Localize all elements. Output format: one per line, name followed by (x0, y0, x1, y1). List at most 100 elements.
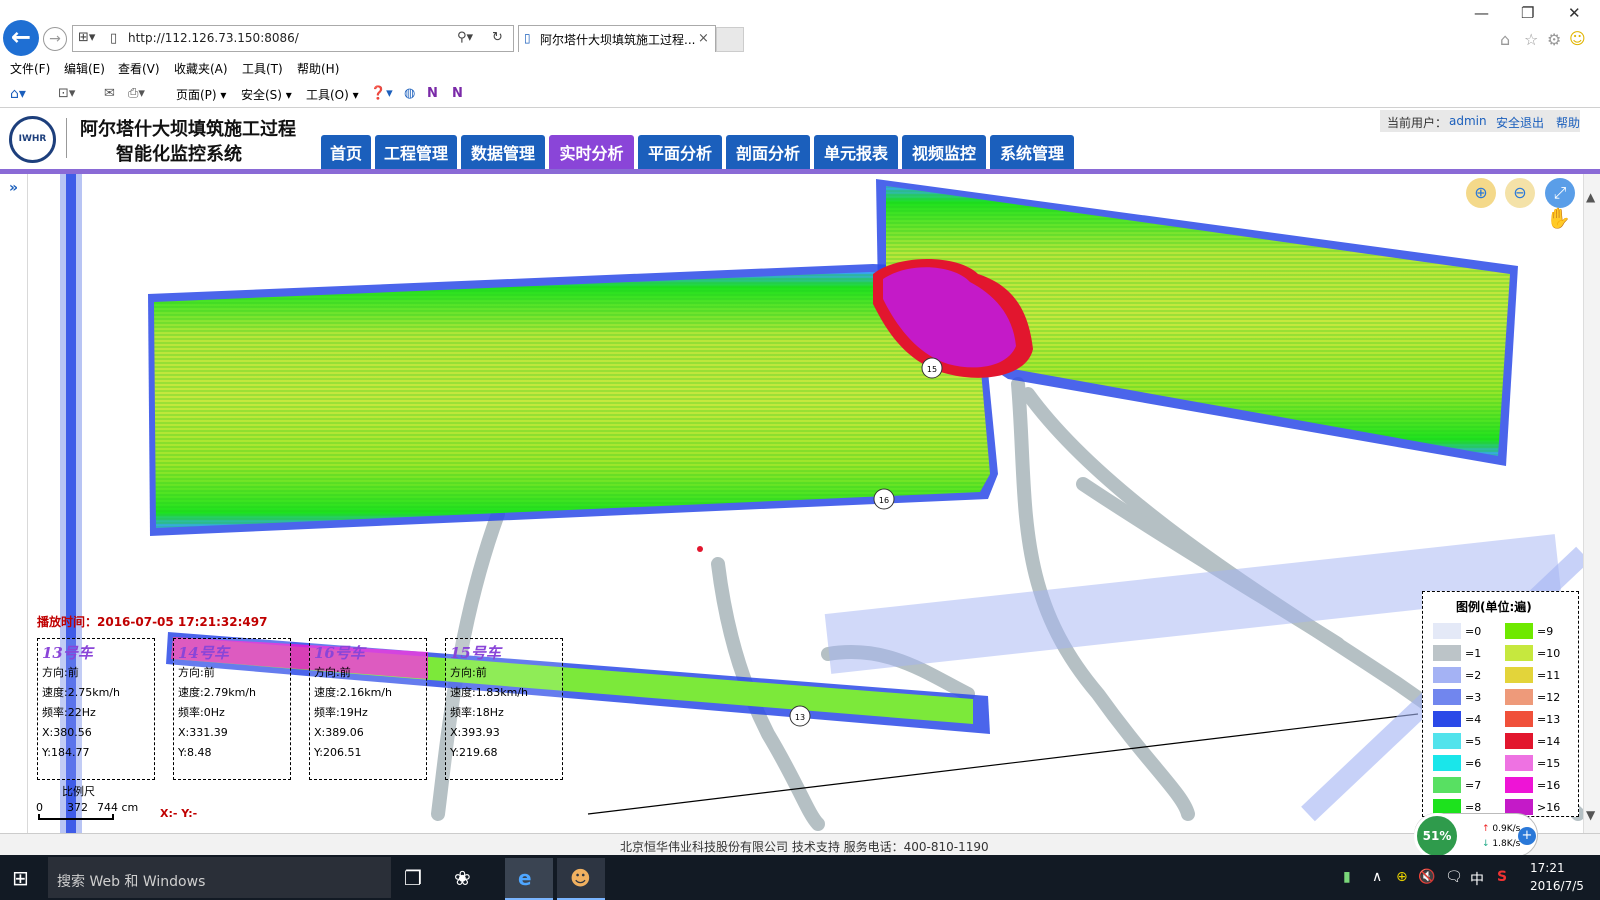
vehicle-13-suffix: 号车 (62, 644, 93, 662)
marker-15-label: 15 (927, 365, 937, 374)
clock-date[interactable]: 2016/7/5 (1530, 879, 1584, 893)
menu-file[interactable]: 文件(F) (10, 60, 50, 77)
legend-label: =12 (1537, 691, 1561, 704)
notification-icon[interactable]: 🗨 (1445, 869, 1463, 885)
favorites-star-icon[interactable]: ☆ (1524, 30, 1538, 49)
taskbar-search-text[interactable]: 搜索 Web 和 Windows (57, 871, 205, 891)
network-boost-icon[interactable]: + (1518, 827, 1536, 845)
cmd-tools-menu[interactable]: 工具(O) ▾ (306, 86, 359, 103)
vehicle-13-x: X:380.56 (42, 726, 92, 739)
help-link[interactable]: 帮助 (1556, 114, 1580, 131)
cmd-onenote-linked-icon[interactable]: N (452, 86, 463, 101)
logout-link[interactable]: 安全退出 (1496, 114, 1544, 131)
smiley-feedback-icon[interactable]: ☺ (1569, 29, 1586, 48)
download-speed-value: 1.8K/s (1492, 839, 1521, 849)
current-username[interactable]: admin (1449, 114, 1487, 128)
cursor-coordinates: X:- Y:- (160, 807, 198, 820)
full-extent-icon[interactable]: ⤢ (1545, 178, 1575, 208)
forward-button[interactable]: → (43, 27, 67, 51)
vehicle-13-frequency: 频率:22Hz (42, 706, 96, 719)
vehicle-16-speed: 速度:2.16km/h (314, 686, 392, 699)
legend-label: =14 (1537, 735, 1561, 748)
upload-speed: ↑ 0.9K/s (1482, 824, 1520, 834)
network-percent[interactable]: 51% (1414, 813, 1460, 859)
scroll-down-icon[interactable]: ▼ (1586, 808, 1595, 822)
cmd-safety-menu[interactable]: 安全(S) ▾ (241, 86, 292, 103)
cmd-print-icon[interactable]: ⎙▾ (128, 86, 145, 101)
legend-swatch (1505, 645, 1533, 661)
app-avatar-icon[interactable]: ☻ (570, 866, 591, 890)
expand-panel-icon[interactable]: » (9, 180, 18, 196)
close-icon[interactable]: ✕ (1568, 4, 1581, 22)
nav-realtime-analysis[interactable]: 实时分析 (549, 135, 634, 169)
upload-arrow-icon: ↑ (1482, 824, 1490, 834)
vehicle-15-direction: 方向:前 (450, 666, 487, 679)
back-button[interactable]: ← (3, 20, 39, 56)
menu-edit[interactable]: 编辑(E) (64, 60, 105, 77)
battery-icon[interactable]: ▮ (1343, 869, 1351, 885)
nav-video-monitor[interactable]: 视频监控 (902, 135, 986, 169)
sogou-ime-icon[interactable]: S (1497, 869, 1507, 885)
windows-start-icon[interactable]: ⊞ (12, 866, 29, 890)
vehicle-15-speed: 速度:1.83km/h (450, 686, 528, 699)
new-tab-button[interactable] (716, 27, 744, 52)
vehicle-15-suffix: 号车 (470, 644, 501, 662)
legend-label: =2 (1465, 669, 1482, 682)
search-icon[interactable]: ⚲▾ (457, 30, 473, 45)
upload-speed-value: 0.9K/s (1492, 824, 1521, 834)
legend-label: =5 (1465, 735, 1482, 748)
vehicle-13-number: 13 (42, 644, 63, 662)
marker-16-label: 16 (879, 496, 889, 505)
zoom-in-icon[interactable]: ⊕ (1466, 178, 1496, 208)
cmd-help-icon[interactable]: ❓▾ (370, 86, 393, 101)
tab-title[interactable]: 阿尔塔什大坝填筑施工过程... (540, 31, 695, 48)
vehicle-marker-13[interactable]: 13 (789, 705, 811, 727)
vehicle-marker-16[interactable]: 16 (873, 488, 895, 510)
scale-tick-2: 744 cm (97, 801, 139, 814)
vertical-scrollbar[interactable] (1583, 174, 1600, 833)
vehicle-15-x: X:393.93 (450, 726, 500, 739)
nav-system-management[interactable]: 系统管理 (990, 135, 1074, 169)
home-icon[interactable]: ⌂ (1500, 30, 1510, 49)
cmd-safety-label: 安全(S) (241, 88, 282, 102)
menu-tools[interactable]: 工具(T) (242, 60, 283, 77)
legend-title: 图例(单位:遍) (1456, 600, 1532, 614)
refresh-icon[interactable]: ↻ (492, 30, 503, 45)
nav-data-management[interactable]: 数据管理 (461, 135, 545, 169)
clock-time[interactable]: 17:21 (1530, 861, 1565, 875)
volume-muted-icon[interactable]: 🔇 (1418, 869, 1435, 885)
task-view-icon[interactable]: ❐ (404, 866, 422, 890)
address-text[interactable]: http://112.126.73.150:8086/ (128, 31, 299, 45)
vehicle-14-x: X:331.39 (178, 726, 228, 739)
nav-plan-analysis[interactable]: 平面分析 (638, 135, 722, 169)
legend-label: =16 (1537, 779, 1561, 792)
minimize-icon[interactable]: — (1474, 4, 1489, 22)
vehicle-13-direction: 方向:前 (42, 666, 79, 679)
menu-view[interactable]: 查看(V) (118, 60, 160, 77)
menu-help[interactable]: 帮助(H) (297, 60, 339, 77)
pan-hand-icon[interactable]: ✋ (1546, 206, 1571, 230)
cmd-onenote-icon[interactable]: N (427, 86, 438, 101)
tray-plus-icon[interactable]: ⊕ (1396, 869, 1408, 885)
cmd-home-icon[interactable]: ⌂▾ (10, 86, 26, 102)
cmd-research-icon[interactable]: ◍ (404, 86, 415, 101)
nav-section-analysis[interactable]: 剖面分析 (726, 135, 810, 169)
cmd-mail-icon[interactable]: ✉ (104, 86, 115, 101)
scroll-up-icon[interactable]: ▲ (1586, 190, 1595, 204)
cmd-feeds-icon[interactable]: ⊡▾ (58, 86, 75, 101)
vehicle-marker-15[interactable]: 15 (921, 357, 943, 379)
app-pinned-icon[interactable]: ❀ (454, 866, 471, 890)
nav-project-management[interactable]: 工程管理 (375, 135, 457, 169)
zoom-out-icon[interactable]: ⊖ (1505, 178, 1535, 208)
tab-close-icon[interactable]: × (698, 31, 709, 46)
nav-home[interactable]: 首页 (321, 135, 371, 169)
legend-label: =1 (1465, 647, 1482, 660)
ime-indicator[interactable]: 中 (1470, 869, 1484, 889)
menu-favorites[interactable]: 收藏夹(A) (174, 60, 228, 77)
cmd-page-menu[interactable]: 页面(P) ▾ (176, 86, 226, 103)
nav-unit-report[interactable]: 单元报表 (814, 135, 898, 169)
restore-icon[interactable]: ❐ (1521, 4, 1534, 22)
settings-gear-icon[interactable]: ⚙ (1547, 30, 1561, 49)
tray-expand-icon[interactable]: ∧ (1372, 869, 1382, 885)
ie-browser-icon[interactable]: e (518, 866, 532, 890)
